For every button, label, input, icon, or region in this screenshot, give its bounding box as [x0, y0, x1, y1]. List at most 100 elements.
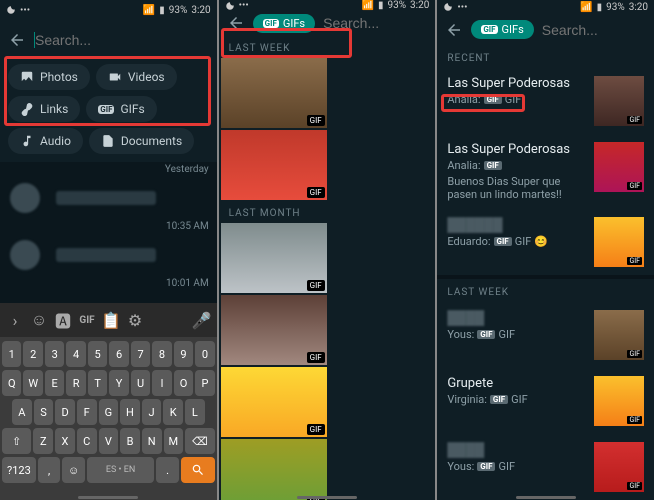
chip-videos[interactable]: Videos [96, 64, 177, 90]
gif-badge-icon: GIF [494, 237, 512, 246]
key-o[interactable]: O [174, 370, 193, 396]
key-s[interactable]: S [34, 399, 54, 425]
back-button[interactable] [445, 18, 463, 42]
key-c[interactable]: C [77, 428, 97, 454]
time-label: 10:01 AM [0, 276, 217, 291]
filter-pill-gifs[interactable]: GIFGIFs [253, 14, 315, 33]
key-k[interactable]: K [163, 399, 183, 425]
key-7[interactable]: 7 [131, 341, 150, 367]
key-q[interactable]: Q [2, 370, 21, 396]
key-9[interactable]: 9 [174, 341, 193, 367]
chip-links[interactable]: Links [8, 96, 80, 122]
clipboard-icon[interactable]: 📋 [100, 309, 122, 331]
gif-badge-icon: GIF [477, 462, 495, 471]
key-a[interactable]: A [12, 399, 32, 425]
chip-gifs[interactable]: GIFGIFs [86, 96, 156, 122]
search-input[interactable] [323, 15, 435, 31]
settings-icon[interactable]: ⚙ [124, 309, 146, 331]
chip-audio[interactable]: Audio [8, 128, 83, 154]
key-n[interactable]: N [142, 428, 162, 454]
key-shift[interactable]: ⇧ [2, 428, 32, 454]
gif-thumb[interactable] [221, 58, 327, 128]
key-x[interactable]: X [55, 428, 75, 454]
list-item[interactable]: ████ Yous: GIF GIF [437, 434, 654, 500]
gif-thumb [594, 442, 644, 492]
search-input[interactable] [542, 22, 654, 38]
key-g[interactable]: G [99, 399, 119, 425]
list-item[interactable]: ██████ Eduardo: GIF GIF 😊 [437, 209, 654, 275]
key-3[interactable]: 3 [45, 341, 64, 367]
avatar [10, 240, 40, 270]
key-m[interactable]: M [164, 428, 184, 454]
search-input[interactable] [34, 32, 216, 48]
key-i[interactable]: I [152, 370, 171, 396]
key-f[interactable]: F [77, 399, 97, 425]
chip-documents[interactable]: Documents [89, 128, 194, 154]
gif-icon: GIF [98, 105, 114, 114]
mic-icon[interactable]: 🎤 [191, 309, 213, 331]
key-u[interactable]: U [131, 370, 150, 396]
chip-photos[interactable]: Photos [8, 64, 90, 90]
gif-thumb[interactable] [221, 223, 327, 293]
key-2[interactable]: 2 [23, 341, 42, 367]
key-y[interactable]: Y [109, 370, 128, 396]
key-1[interactable]: 1 [2, 341, 21, 367]
list-sender: Eduardo: [447, 235, 490, 248]
gif-thumb[interactable] [221, 295, 327, 365]
emoji-icon: 😊 [534, 235, 548, 248]
key-t[interactable]: T [88, 370, 107, 396]
key-e[interactable]: E [45, 370, 64, 396]
section-last-week: LAST WEEK [437, 279, 654, 302]
key-emoji[interactable]: ☺ [62, 457, 85, 483]
pill-label: GIFs [283, 17, 305, 30]
key-p[interactable]: P [195, 370, 214, 396]
chevron-right-icon[interactable]: › [4, 309, 26, 331]
key-l[interactable]: L [185, 399, 205, 425]
list-item[interactable]: Las Super Poderosas Analia: GIF Buenos D… [437, 134, 654, 209]
gif-thumb[interactable] [221, 367, 327, 437]
dots-icon: ••• [20, 5, 30, 16]
list-item[interactable]: Grupete Virginia: GIF GIF [437, 368, 654, 434]
status-bar: ••• 📶▮93%3:20 [219, 0, 436, 11]
key-comma[interactable]: , [38, 457, 61, 483]
gif-thumb[interactable] [221, 130, 327, 200]
filter-pill-gifs[interactable]: GIFGIFs [471, 20, 533, 39]
key-w[interactable]: W [23, 370, 42, 396]
nav-bar [437, 496, 654, 500]
list-item[interactable]: Las Super Poderosas Analia: GIF GIF [437, 68, 654, 134]
key-v[interactable]: V [99, 428, 119, 454]
key-6[interactable]: 6 [109, 341, 128, 367]
gif-thumb[interactable] [221, 439, 327, 500]
key-z[interactable]: Z [33, 428, 53, 454]
key-8[interactable]: 8 [152, 341, 171, 367]
key-space[interactable]: ES • EN [87, 457, 155, 483]
key-h[interactable]: H [120, 399, 140, 425]
gif-icon[interactable]: GIF [76, 309, 98, 331]
key-5[interactable]: 5 [88, 341, 107, 367]
sticker-icon[interactable]: ☺ [28, 309, 50, 331]
key-4[interactable]: 4 [66, 341, 85, 367]
key-0[interactable]: 0 [195, 341, 214, 367]
list-item[interactable]: ████ Yous: GIF GIF [437, 302, 654, 368]
status-bar: ••• 📶▮93%3:20 [437, 0, 654, 15]
back-button[interactable] [8, 28, 26, 52]
key-backspace[interactable]: ⌫ [185, 428, 215, 454]
key-b[interactable]: B [120, 428, 140, 454]
list-title: Las Super Poderosas [447, 142, 586, 157]
screen-gif-grid: ••• 📶▮93%3:20 GIFGIFs LAST WEEK LAST MON… [219, 0, 436, 500]
chip-label: Audio [40, 134, 71, 148]
back-button[interactable] [227, 11, 245, 35]
list-msg: GIF [511, 393, 528, 406]
list-msg: GIF [505, 93, 522, 106]
translate-icon[interactable]: 🅰 [52, 309, 74, 331]
pill-label: GIFs [502, 23, 524, 36]
key-j[interactable]: J [142, 399, 162, 425]
key-r[interactable]: R [66, 370, 85, 396]
gif-badge-icon: GIF [490, 395, 508, 404]
key-symbols[interactable]: ?123 [2, 457, 36, 483]
key-period[interactable]: . [156, 457, 179, 483]
list-title: ██████ [447, 217, 586, 233]
section-last-week: LAST WEEK [219, 35, 436, 58]
key-search[interactable] [181, 457, 215, 483]
key-d[interactable]: D [55, 399, 75, 425]
